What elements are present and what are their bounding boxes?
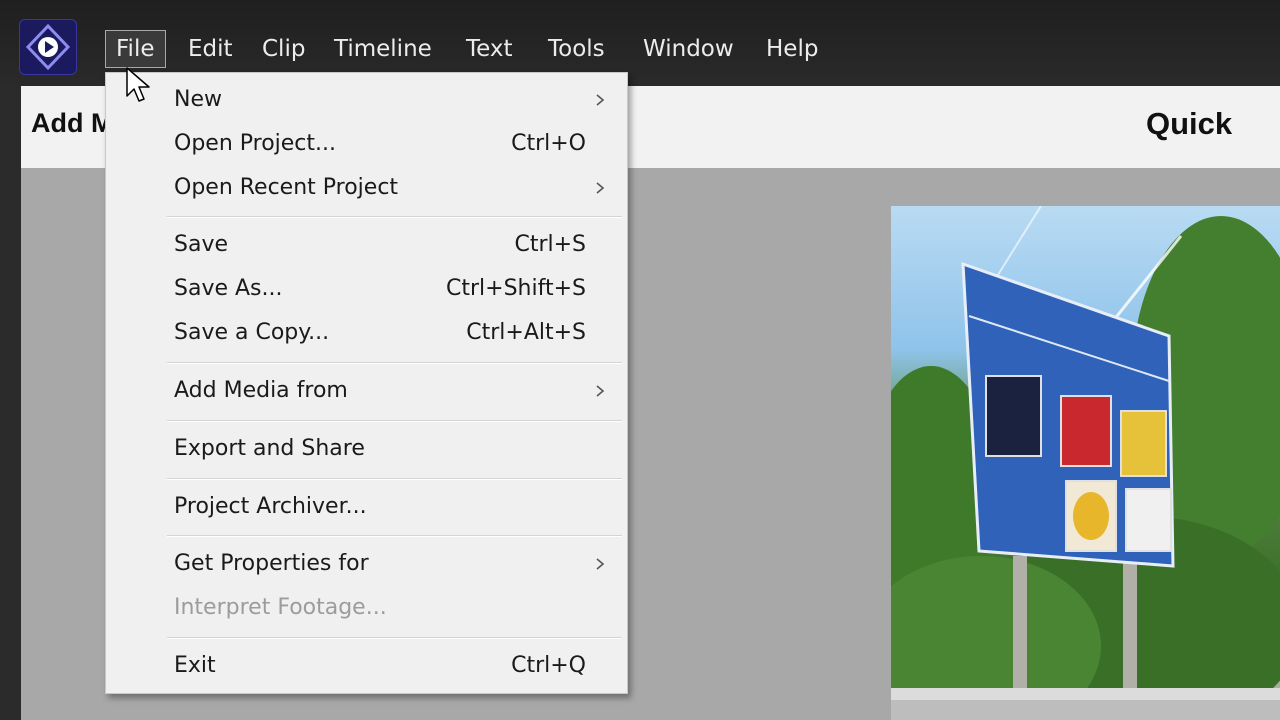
menu-item-shortcut: Ctrl+Shift+S <box>446 276 586 301</box>
menu-separator <box>167 637 622 639</box>
menu-item-label: Export and Share <box>174 436 365 461</box>
menu-item-label: Save As... <box>174 276 283 301</box>
menu-item-label: Open Recent Project <box>174 175 399 200</box>
menu-item-label: Save a Copy... <box>174 320 330 345</box>
menu-item-save[interactable]: Save Ctrl+S <box>106 223 627 267</box>
menu-item-save-a-copy[interactable]: Save a Copy... Ctrl+Alt+S <box>106 311 627 355</box>
menu-separator <box>167 362 622 364</box>
menu-clip[interactable]: Clip <box>252 30 315 68</box>
menu-help[interactable]: Help <box>756 30 828 68</box>
menu-item-open-recent-project[interactable]: Open Recent Project <box>106 166 627 210</box>
menu-item-open-project[interactable]: Open Project... Ctrl+O <box>106 122 627 166</box>
window-border <box>0 86 21 720</box>
menu-item-get-properties-for[interactable]: Get Properties for <box>106 542 627 586</box>
menu-item-add-media-from[interactable]: Add Media from <box>106 369 627 413</box>
menu-item-label: New <box>174 87 222 112</box>
menu-item-label: Interpret Footage... <box>174 595 387 620</box>
chevron-right-icon <box>596 94 605 106</box>
menu-item-label: Add Media from <box>174 378 348 403</box>
menu-item-export-and-share[interactable]: Export and Share <box>106 427 627 471</box>
mouse-cursor-icon <box>126 67 150 102</box>
menu-separator <box>167 420 622 422</box>
workspace-title: Add M <box>31 108 114 138</box>
chevron-right-icon <box>596 385 605 397</box>
menu-edit[interactable]: Edit <box>178 30 243 68</box>
menu-separator <box>167 478 622 480</box>
menu-item-label: Exit <box>174 653 216 678</box>
menu-item-shortcut: Ctrl+Alt+S <box>466 320 586 345</box>
menu-item-save-as[interactable]: Save As... Ctrl+Shift+S <box>106 267 627 311</box>
menu-item-label: Get Properties for <box>174 551 369 576</box>
file-menu-dropdown: New Open Project... Ctrl+O Open Recent P… <box>105 72 628 694</box>
menu-item-shortcut: Ctrl+O <box>511 131 586 156</box>
chevron-right-icon <box>596 182 605 194</box>
video-preview <box>891 206 1280 720</box>
menu-item-new[interactable]: New <box>106 78 627 122</box>
menu-text[interactable]: Text <box>456 30 523 68</box>
menu-item-shortcut: Ctrl+Q <box>511 653 586 678</box>
menu-timeline[interactable]: Timeline <box>324 30 442 68</box>
menu-item-project-archiver[interactable]: Project Archiver... <box>106 485 627 529</box>
menu-item-label: Project Archiver... <box>174 494 367 519</box>
menu-item-label: Save <box>174 232 229 257</box>
menu-item-shortcut: Ctrl+S <box>514 232 586 257</box>
chevron-right-icon <box>596 558 605 570</box>
app-logo-icon[interactable] <box>19 19 77 75</box>
video-frame-image <box>891 206 1280 720</box>
mode-quick-tab[interactable]: Quick <box>1146 106 1232 142</box>
menu-file[interactable]: File <box>105 30 166 68</box>
menu-item-exit[interactable]: Exit Ctrl+Q <box>106 644 627 688</box>
menu-tools[interactable]: Tools <box>538 30 615 68</box>
menu-separator <box>167 535 622 537</box>
menu-item-interpret-footage: Interpret Footage... <box>106 586 627 630</box>
menu-item-label: Open Project... <box>174 131 337 156</box>
menu-window[interactable]: Window <box>633 30 744 68</box>
menu-separator <box>167 216 622 218</box>
